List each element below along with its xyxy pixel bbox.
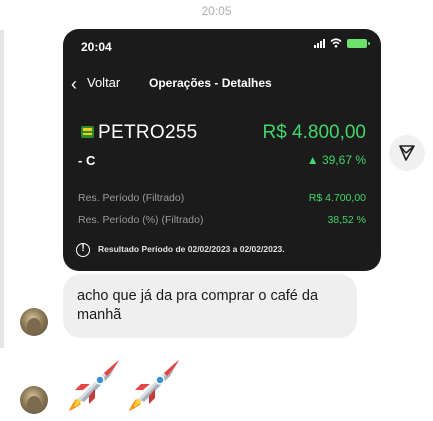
send-icon <box>399 145 415 161</box>
info-icon <box>76 243 90 257</box>
battery-icon <box>347 38 370 48</box>
brazil-flag-icon <box>81 126 94 138</box>
signal-icon <box>314 38 325 48</box>
share-button[interactable] <box>389 135 425 171</box>
avatar[interactable] <box>20 308 48 336</box>
stock-suffix: - C <box>78 153 96 168</box>
status-bar-icons <box>314 38 370 48</box>
rocket-icon <box>69 360 119 411</box>
nav-bar: ‹ Voltar Operações - Detalhes <box>63 71 381 97</box>
chat-timestamp: 20:05 <box>201 4 232 18</box>
stock-change-percent: ▲ 39,67 % <box>306 153 366 167</box>
message-bubble[interactable]: acho que já da pra comprar o café da man… <box>63 274 357 338</box>
stock-header: PETRO255 R$ 4.800,00 <box>78 120 366 146</box>
back-chevron-icon[interactable]: ‹ <box>71 74 77 95</box>
page-title: Operações - Detalhes <box>149 76 272 90</box>
result-row: Res. Período (Filtrado) R$ 4.700,00 <box>78 192 366 208</box>
notice-text: Resultado Período de 02/02/2023 a 02/02/… <box>98 244 285 254</box>
message-line: manhã <box>77 307 122 323</box>
period-notice: Resultado Período de 02/02/2023 a 02/02/… <box>76 242 373 260</box>
wifi-icon <box>330 38 342 48</box>
stock-ticker: PETRO255 <box>98 122 198 143</box>
back-button[interactable]: Voltar <box>87 75 120 90</box>
result-value: R$ 4.700,00 <box>308 192 366 204</box>
message-line: acho que já da pra comprar o café da <box>77 288 319 304</box>
avatar[interactable] <box>20 386 48 414</box>
rocket-icon <box>129 360 179 411</box>
result-label: Res. Período (%) (Filtrado) <box>78 214 204 226</box>
shared-screenshot[interactable]: 20:04 ‹ Voltar Operações - Detalhes PETR… <box>63 29 381 271</box>
stock-subrow: - C ▲ 39,67 % <box>78 153 366 173</box>
result-row: Res. Período (%) (Filtrado) 38,52 % <box>78 214 366 230</box>
result-label: Res. Período (Filtrado) <box>78 192 185 204</box>
result-value: 38,52 % <box>327 214 366 226</box>
scroll-edge <box>0 30 4 348</box>
status-bar-time: 20:04 <box>81 40 112 54</box>
message-text: acho que já da pra comprar o café da man… <box>77 287 353 325</box>
stock-price: R$ 4.800,00 <box>262 122 366 143</box>
